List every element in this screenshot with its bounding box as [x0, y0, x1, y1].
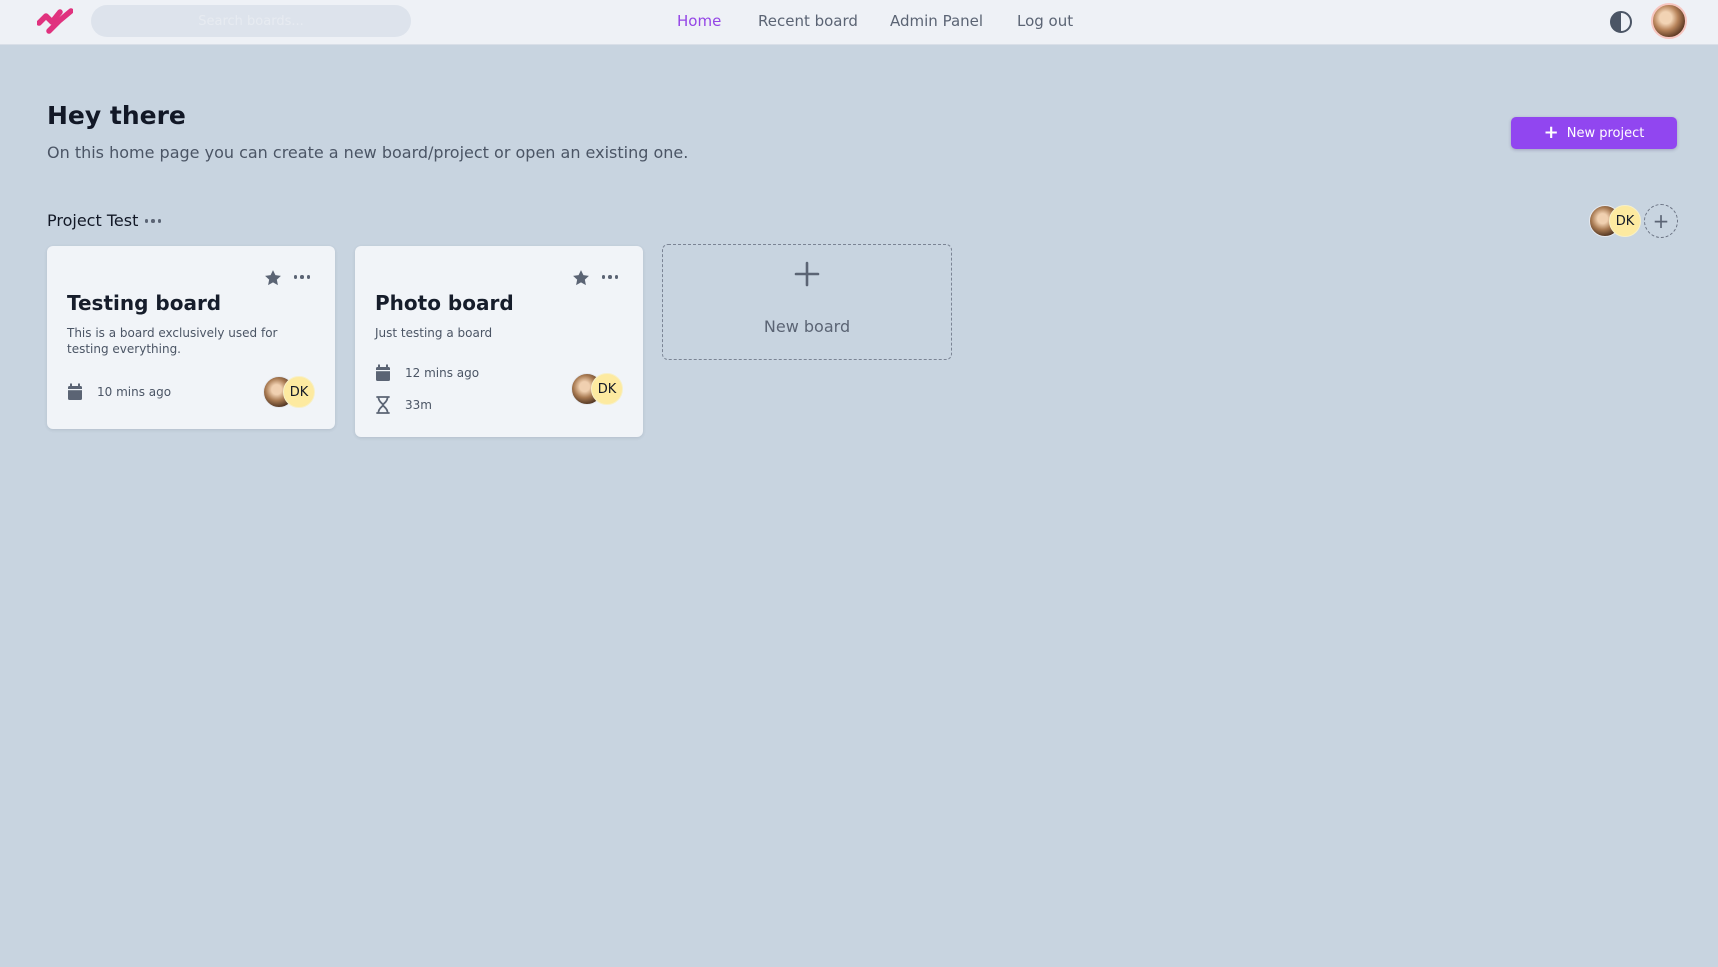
project-title: Project Test [47, 211, 139, 230]
member-avatar-initials[interactable]: DK [1609, 205, 1641, 237]
board-menu-button[interactable] [601, 270, 619, 284]
nav-admin-panel[interactable]: Admin Panel [890, 12, 983, 30]
new-board-button[interactable]: New board [662, 244, 952, 360]
new-project-label: New project [1566, 125, 1645, 141]
board-time-spent: 33m [375, 396, 432, 414]
more-horizontal-icon [601, 275, 619, 279]
board-updated-text: 10 mins ago [97, 385, 172, 399]
board-time-spent-text: 33m [405, 398, 432, 412]
nav-home[interactable]: Home [677, 12, 721, 30]
new-project-button[interactable]: + New project [1511, 117, 1677, 149]
new-board-label: New board [763, 317, 851, 336]
star-icon[interactable] [263, 268, 283, 288]
user-avatar[interactable] [1651, 3, 1687, 39]
more-horizontal-icon [293, 275, 311, 279]
board-title: Testing board [67, 291, 222, 315]
calendar-icon [376, 364, 390, 381]
plus-icon [794, 261, 820, 287]
nav-log-out[interactable]: Log out [1017, 12, 1073, 30]
member-avatar-initials: DK [283, 376, 315, 408]
board-card-photo[interactable]: Photo board Just testing a board 12 mins… [355, 246, 643, 437]
plus-icon: + [1543, 122, 1559, 143]
project-menu-button[interactable] [144, 214, 162, 228]
board-menu-button[interactable] [293, 270, 311, 284]
star-icon[interactable] [571, 268, 591, 288]
hourglass-icon [376, 396, 390, 414]
board-title: Photo board [375, 291, 514, 315]
board-members: DK [263, 376, 317, 410]
search-input[interactable] [91, 5, 411, 37]
more-horizontal-icon [144, 219, 162, 223]
board-description: Just testing a board [375, 326, 493, 340]
nav-recent-board[interactable]: Recent board [758, 12, 858, 30]
board-updated: 12 mins ago [375, 364, 479, 382]
board-description: This is a board exclusively used for tes… [67, 326, 278, 356]
member-avatar-initials: DK [591, 373, 623, 405]
theme-toggle-button[interactable] [1608, 9, 1634, 35]
board-members: DK [571, 373, 625, 407]
page-intro: On this home page you can create a new b… [47, 143, 689, 162]
page-title: Hey there [47, 101, 186, 130]
top-navigation-bar: Home Recent board Admin Panel Log out [0, 0, 1718, 45]
board-updated-text: 12 mins ago [405, 366, 480, 380]
board-updated: 10 mins ago [67, 383, 171, 401]
calendar-icon [68, 383, 82, 400]
contrast-icon [1610, 11, 1632, 33]
brand-logo[interactable] [37, 7, 73, 35]
board-card-testing[interactable]: Testing board This is a board exclusivel… [47, 246, 335, 429]
project-members: DK + [1589, 204, 1679, 238]
add-member-button[interactable]: + [1644, 204, 1678, 238]
plus-icon: + [1652, 209, 1670, 233]
